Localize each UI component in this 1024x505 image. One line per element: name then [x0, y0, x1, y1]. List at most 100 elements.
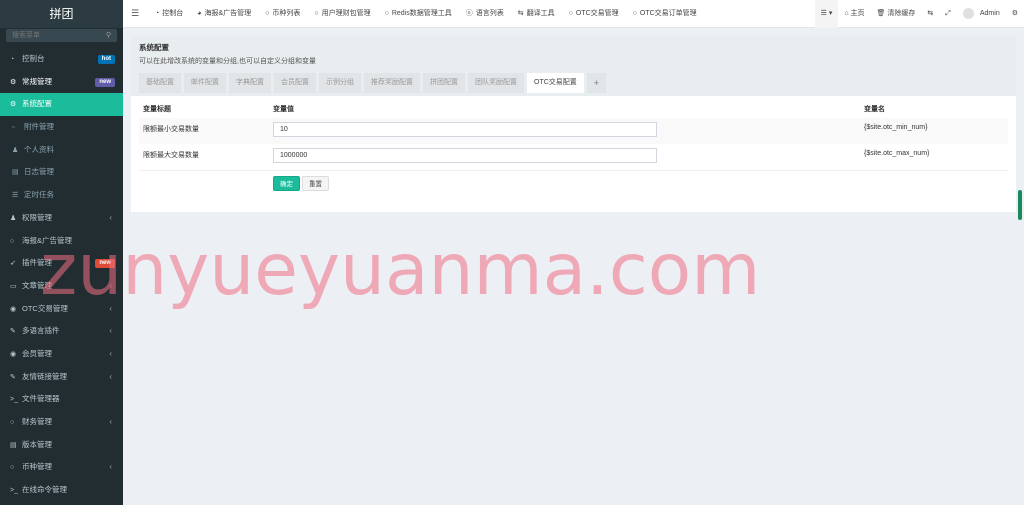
otc-max-num-input[interactable]: [273, 148, 657, 163]
nav-tab-otc[interactable]: ○ OTC交易管理: [569, 0, 619, 28]
nav-tab-wealth[interactable]: ○ 用户理财包管理: [314, 0, 370, 28]
sidebar-item-auth[interactable]: ♟ 权限管理 ‹: [0, 207, 123, 230]
reset-button[interactable]: 重置: [302, 176, 329, 191]
row-var-name: {$site.otc_max_num}: [864, 150, 930, 157]
tab-otc[interactable]: OTC交易配置: [527, 73, 584, 93]
sidebar-item-command[interactable]: >_ 在线命令管理: [0, 479, 123, 502]
nav-tab-dashboard[interactable]: ◔ 控制台: [155, 0, 183, 28]
ie-icon: ⓔ: [465, 10, 473, 17]
clear-cache-button[interactable]: 🗑 清除缓存: [871, 0, 922, 28]
settings-button[interactable]: ⚙: [1006, 0, 1024, 28]
chevron-left-icon: ‹: [109, 303, 112, 313]
sidebar-item-articles[interactable]: ▭ 文章管理 ‹: [0, 275, 123, 298]
nav-tab-poster[interactable]: ◕ 海报&广告管理: [197, 0, 251, 28]
expand-icon: ⤢: [945, 10, 951, 17]
top-navbar: ☰ ◔ 控制台 ◕ 海报&广告管理 ○ 币种列表 ○ 用户理财包管理 ○ Redis数据管…: [123, 0, 1024, 28]
table-header: 变量标题 变量值 变量名: [139, 104, 1008, 116]
panel-heading: 系统配置 可以在此增改系统的变量和分组,也可以自定义分组和变量 基础配置 邮件配…: [131, 36, 1016, 96]
circle-icon: ○: [265, 10, 270, 17]
tab-member[interactable]: 会员配置: [274, 73, 316, 93]
user-menu[interactable]: Admin: [957, 0, 1006, 28]
tab-example[interactable]: 示例分组: [319, 73, 361, 93]
add-tab-button[interactable]: +: [586, 73, 607, 93]
sidebar-item-file-manager[interactable]: >_ 文件管理器: [0, 388, 123, 411]
circle-icon: ○: [314, 10, 319, 17]
tab-basic[interactable]: 基础配置: [139, 73, 181, 93]
circle-icon: ○: [632, 10, 637, 17]
sidebar-item-members[interactable]: ◉ 会员管理 ‹: [0, 343, 123, 366]
translate-button[interactable]: ⇆: [921, 0, 939, 28]
circle-icon: ○: [384, 10, 389, 17]
sidebar-item-dashboard[interactable]: ◔ 控制台 hot: [0, 48, 123, 71]
sidebar: 拼团 ⚲ ◔控制台hot ⚙常规管理new ⚙系统配置 ▫附件管理 ♟个人资料 …: [0, 0, 123, 505]
circle-icon: ○: [10, 464, 15, 472]
translate-icon: ⇆: [517, 10, 524, 17]
tab-group-buy[interactable]: 拼团配置: [423, 73, 465, 93]
new-badge: new: [95, 259, 115, 269]
sidebar-search: ⚲: [6, 29, 117, 42]
cogs-icon: ⚙: [10, 78, 17, 86]
sidebar-item-otc[interactable]: ◉ OTC交易管理 ‹: [0, 298, 123, 321]
top-right-nav: ☰ ▾ ⌂ 主页 🗑 清除缓存 ⇆ ⤢ Admin ⚙: [814, 0, 1024, 28]
sidebar-item-general[interactable]: ⚙ 常规管理 new: [0, 71, 123, 94]
config-tabs: 基础配置 邮件配置 字典配置 会员配置 示例分组 推荐奖励配置 拼团配置 团队奖…: [139, 73, 1008, 93]
row-title: 限额最小交易数量: [143, 126, 199, 133]
submit-button[interactable]: 确定: [273, 176, 300, 191]
link-icon: ✎: [10, 373, 16, 381]
watermark: zunyueyuanma.com: [40, 228, 761, 311]
page-scrollbar[interactable]: [1018, 190, 1022, 220]
sidebar-menu: ◔ 控制台 hot ⚙ 常规管理 new ⚙ 系统配置 ▫ 附件管理 ♟ 个人资料 ▤ 日志管理…: [0, 48, 123, 502]
table-row: 限额最小交易数量 {$site.otc_min_num}: [139, 118, 1008, 144]
fullscreen-button[interactable]: ⤢: [939, 0, 957, 28]
col-title: 变量标题: [143, 106, 171, 113]
app-logo[interactable]: 拼团: [0, 0, 123, 28]
dashboard-icon: ◔: [10, 56, 15, 63]
sidebar-item-logs[interactable]: ▤ 日志管理: [0, 161, 123, 184]
sidebar-item-currency[interactable]: ○ 币种管理 ‹: [0, 456, 123, 479]
sidebar-item-finance[interactable]: ○ 财务管理 ‹: [0, 411, 123, 434]
sidebar-item-attachments[interactable]: ▫ 附件管理: [0, 116, 123, 139]
tab-team-reward[interactable]: 团队奖励配置: [468, 73, 524, 93]
chevron-left-icon: ‹: [109, 280, 112, 290]
page-title: 系统配置: [139, 43, 169, 52]
more-menu-button[interactable]: ☰ ▾: [814, 0, 839, 28]
chevron-left-icon: ‹: [109, 371, 112, 381]
new-badge: new: [95, 77, 115, 87]
nav-tab-languages[interactable]: ⓔ 语言列表: [466, 0, 504, 28]
tab-email[interactable]: 邮件配置: [184, 73, 226, 93]
file-text-icon: ▤: [10, 441, 17, 449]
top-nav-tabs: ◔ 控制台 ◕ 海报&广告管理 ○ 币种列表 ○ 用户理财包管理 ○ Redis数据管理工…: [155, 0, 711, 28]
group-icon: ♟: [10, 214, 17, 222]
tab-referral[interactable]: 推荐奖励配置: [364, 73, 420, 93]
nav-tab-otc-orders[interactable]: ○ OTC交易订单管理: [633, 0, 697, 28]
config-panel: 系统配置 可以在此增改系统的变量和分组,也可以自定义分组和变量 基础配置 邮件配…: [131, 36, 1016, 212]
sidebar-item-profile[interactable]: ♟ 个人资料: [0, 139, 123, 162]
folder-icon: ▭: [10, 282, 17, 290]
nav-tab-currency-list[interactable]: ○ 币种列表: [265, 0, 300, 28]
list-icon: ▤: [12, 169, 19, 177]
terminal-icon: >_: [10, 487, 18, 495]
language-icon: ⇆: [927, 10, 934, 17]
sidebar-item-links[interactable]: ✎ 友情链接管理 ‹: [0, 366, 123, 389]
nav-tab-redis[interactable]: ○ Redis数据管理工具: [385, 0, 452, 28]
nav-tab-translate[interactable]: ⇆ 翻译工具: [518, 0, 555, 28]
sidebar-item-cron[interactable]: ☰ 定时任务: [0, 184, 123, 207]
trash-icon: 🗑: [876, 10, 888, 17]
chevron-left-icon: ‹: [109, 417, 112, 426]
otc-min-num-input[interactable]: [273, 122, 657, 137]
sidebar-item-system-config[interactable]: ⚙ 系统配置: [0, 93, 123, 117]
dashboard-icon: ◔: [155, 10, 160, 17]
tab-dictionary[interactable]: 字典配置: [229, 73, 271, 93]
chevron-left-icon: ‹: [109, 212, 112, 222]
sidebar-item-version[interactable]: ▤ 版本管理: [0, 434, 123, 457]
avatar: [962, 7, 974, 19]
cog-icon: ⚙: [10, 101, 17, 109]
menu-toggle-icon[interactable]: ☰: [131, 8, 139, 19]
menu-search-input[interactable]: [6, 29, 117, 42]
gears-icon: ⚙: [1011, 10, 1018, 17]
sidebar-item-poster[interactable]: ○ 海报&广告管理: [0, 230, 123, 253]
sidebar-item-plugins[interactable]: ➶ 插件管理 new: [0, 252, 123, 275]
search-icon[interactable]: ⚲: [106, 31, 111, 39]
home-link[interactable]: ⌂ 主页: [838, 0, 870, 28]
sidebar-item-i18n[interactable]: ✎ 多语言插件 ‹: [0, 320, 123, 343]
